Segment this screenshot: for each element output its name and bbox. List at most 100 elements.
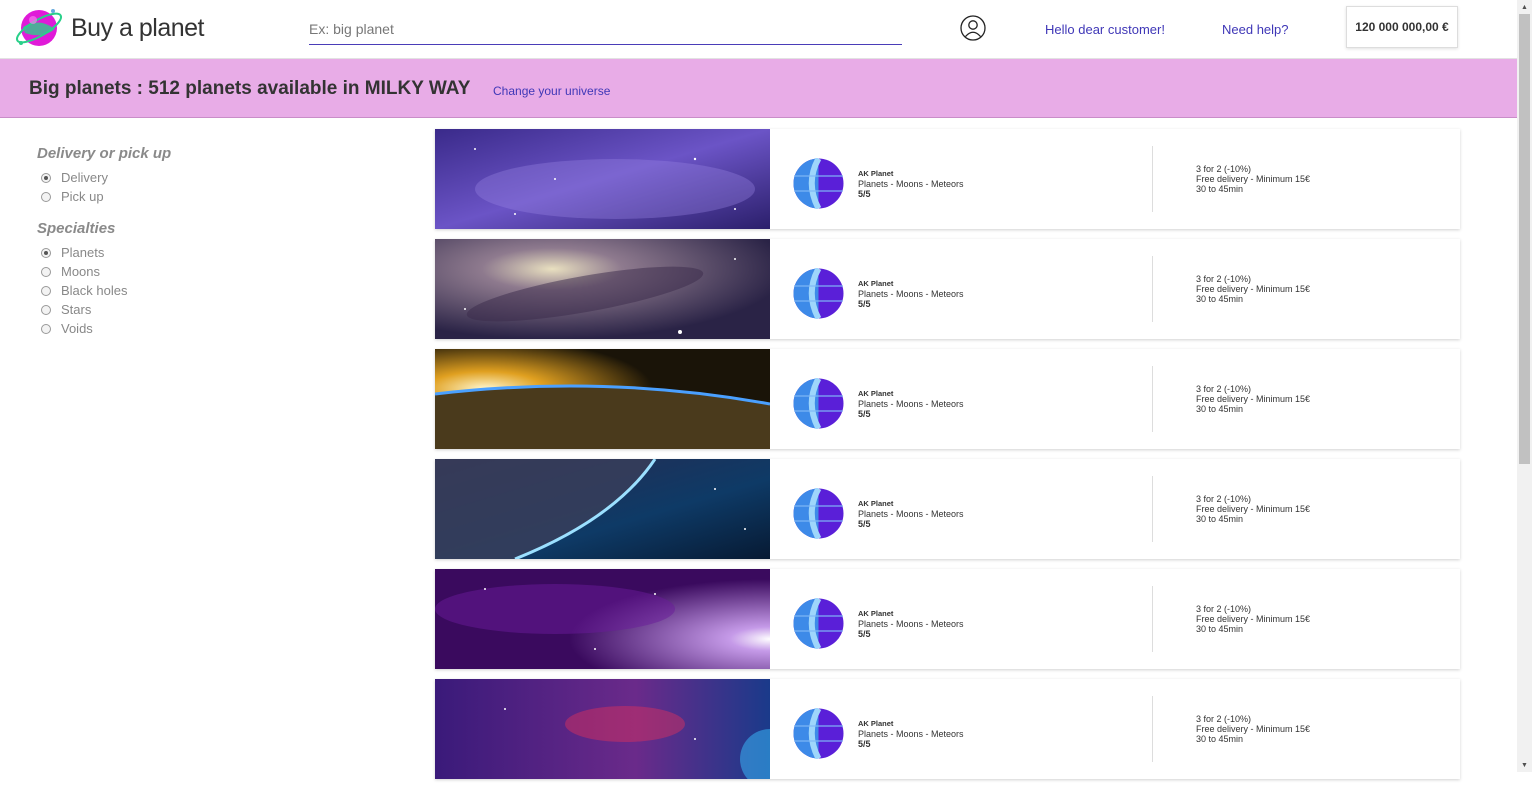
results-banner: Big planets : 512 planets available in M… — [0, 59, 1517, 118]
delivery-option-delivery[interactable]: Delivery — [37, 168, 397, 187]
vendor-rating: 5/5 — [858, 409, 871, 419]
user-account-icon[interactable] — [960, 15, 986, 41]
vendor-name: AK Planet — [858, 609, 894, 618]
specialty-option-black-holes[interactable]: Black holes — [37, 281, 397, 300]
delivery-filter-title: Delivery or pick up — [37, 145, 172, 162]
delivery-time: 30 to 45min — [1196, 734, 1244, 744]
vendor-rating: 5/5 — [858, 299, 871, 309]
vendor-rating: 5/5 — [858, 519, 871, 529]
delivery-option-pickup[interactable]: Pick up — [37, 187, 397, 206]
vendor-rating: 5/5 — [858, 739, 871, 749]
brand-name[interactable]: Buy a planet — [71, 14, 205, 43]
deal-offer: 3 for 2 (-10%) — [1196, 274, 1252, 284]
specialties-filter-group: Specialties Planets Moons Black holes St… — [37, 220, 397, 338]
vendor-globe-icon — [793, 708, 844, 759]
delivery-time: 30 to 45min — [1196, 294, 1244, 304]
vendor-name: AK Planet — [858, 389, 894, 398]
vendor-rating: 5/5 — [858, 629, 871, 639]
deal-info: 3 for 2 (-10%) Free delivery - Minimum 1… — [1196, 494, 1310, 524]
vendor-categories: Planets - Moons - Meteors — [858, 619, 964, 629]
radio-button[interactable] — [41, 191, 51, 202]
radio-label: Planets — [61, 245, 105, 260]
deal-offer: 3 for 2 (-10%) — [1196, 714, 1252, 724]
radio-label: Moons — [61, 264, 101, 279]
radio-button[interactable] — [41, 172, 51, 183]
hello-customer-link[interactable]: Hello dear customer! — [1045, 22, 1165, 37]
vendor-globe-icon — [793, 268, 844, 319]
scrollbar-thumb[interactable] — [1519, 14, 1530, 464]
vendor-categories: Planets - Moons - Meteors — [858, 399, 964, 409]
scroll-up-arrow-icon[interactable]: ▲ — [1517, 0, 1532, 14]
delivery-terms: Free delivery - Minimum 15€ — [1196, 724, 1311, 734]
specialty-option-moons[interactable]: Moons — [37, 262, 397, 281]
vendor-categories: Planets - Moons - Meteors — [858, 729, 964, 739]
radio-label: Voids — [61, 321, 93, 336]
card-divider — [1152, 476, 1153, 542]
listing-card[interactable]: AK Planet Planets - Moons - Meteors 5/5 … — [435, 459, 1460, 559]
specialty-option-voids[interactable]: Voids — [37, 319, 397, 338]
vendor-name: AK Planet — [858, 499, 894, 508]
vendor-globe-icon — [793, 598, 844, 649]
deal-info: 3 for 2 (-10%) Free delivery - Minimum 1… — [1196, 274, 1310, 304]
scroll-down-arrow-icon[interactable]: ▼ — [1517, 758, 1532, 772]
specialty-option-stars[interactable]: Stars — [37, 300, 397, 319]
listing-card[interactable]: AK Planet Planets - Moons - Meteors 5/5 … — [435, 679, 1460, 779]
radio-button[interactable] — [41, 304, 51, 315]
delivery-terms: Free delivery - Minimum 15€ — [1196, 504, 1311, 514]
vendor-rating: 5/5 — [858, 189, 871, 199]
delivery-time: 30 to 45min — [1196, 184, 1244, 194]
radio-button[interactable] — [41, 247, 51, 258]
radio-label: Black holes — [61, 283, 128, 298]
change-universe-link[interactable]: Change your universe — [493, 84, 610, 98]
listing-image[interactable] — [435, 569, 770, 669]
page-scrollbar[interactable]: ▲ ▼ — [1517, 0, 1532, 772]
vendor-info: AK Planet Planets - Moons - Meteors 5/5 — [858, 499, 964, 529]
listing-card[interactable]: AK Planet Planets - Moons - Meteors 5/5 … — [435, 569, 1460, 669]
vendor-info: AK Planet Planets - Moons - Meteors 5/5 — [858, 279, 964, 309]
radio-button[interactable] — [41, 323, 51, 334]
deal-offer: 3 for 2 (-10%) — [1196, 494, 1252, 504]
search-input[interactable] — [309, 14, 902, 45]
card-divider — [1152, 696, 1153, 762]
listing-image[interactable] — [435, 239, 770, 339]
card-divider — [1152, 256, 1153, 322]
deal-info: 3 for 2 (-10%) Free delivery - Minimum 1… — [1196, 384, 1310, 414]
vendor-info: AK Planet Planets - Moons - Meteors 5/5 — [858, 719, 964, 749]
radio-button[interactable] — [41, 285, 51, 296]
vendor-name: AK Planet — [858, 719, 894, 728]
radio-label: Pick up — [61, 189, 104, 204]
vendor-name: AK Planet — [858, 169, 894, 178]
listing-card[interactable]: AK Planet Planets - Moons - Meteors 5/5 … — [435, 349, 1460, 449]
vendor-info: AK Planet Planets - Moons - Meteors 5/5 — [858, 609, 964, 639]
top-header: Buy a planet Hello dear customer! Need h… — [0, 0, 1517, 59]
radio-label: Stars — [61, 302, 92, 317]
deal-offer: 3 for 2 (-10%) — [1196, 164, 1252, 174]
results-title: Big planets : 512 planets available in M… — [29, 78, 471, 99]
delivery-terms: Free delivery - Minimum 15€ — [1196, 174, 1311, 184]
deal-offer: 3 for 2 (-10%) — [1196, 604, 1252, 614]
planet-listings: AK Planet Planets - Moons - Meteors 5/5 … — [435, 129, 1460, 789]
planet-logo-icon[interactable] — [13, 3, 65, 51]
vendor-info: AK Planet Planets - Moons - Meteors 5/5 — [858, 389, 964, 419]
specialty-option-planets[interactable]: Planets — [37, 243, 397, 262]
vendor-globe-icon — [793, 378, 844, 429]
listing-image[interactable] — [435, 349, 770, 449]
vendor-info: AK Planet Planets - Moons - Meteors 5/5 — [858, 169, 964, 199]
need-help-link[interactable]: Need help? — [1222, 22, 1289, 37]
delivery-terms: Free delivery - Minimum 15€ — [1196, 284, 1311, 294]
cart-balance-button[interactable]: 120 000 000,00 € — [1346, 6, 1458, 48]
delivery-time: 30 to 45min — [1196, 404, 1244, 414]
radio-label: Delivery — [61, 170, 108, 185]
vendor-categories: Planets - Moons - Meteors — [858, 179, 964, 189]
listing-image[interactable] — [435, 459, 770, 559]
vendor-globe-icon — [793, 488, 844, 539]
listing-card[interactable]: AK Planet Planets - Moons - Meteors 5/5 … — [435, 129, 1460, 229]
listing-card[interactable]: AK Planet Planets - Moons - Meteors 5/5 … — [435, 239, 1460, 339]
card-divider — [1152, 366, 1153, 432]
listing-image[interactable] — [435, 679, 770, 779]
radio-button[interactable] — [41, 266, 51, 277]
listing-image[interactable] — [435, 129, 770, 229]
delivery-terms: Free delivery - Minimum 15€ — [1196, 394, 1311, 404]
card-divider — [1152, 586, 1153, 652]
delivery-filter-group: Delivery or pick up Delivery Pick up — [37, 145, 397, 206]
